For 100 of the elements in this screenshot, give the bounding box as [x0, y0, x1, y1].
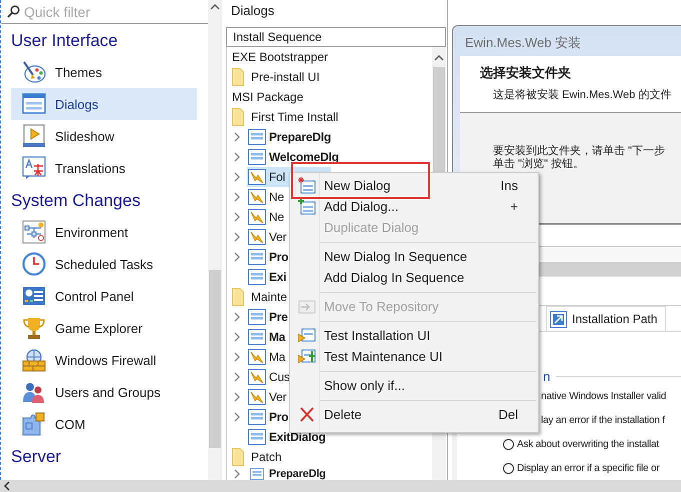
lightning-window-icon [248, 389, 266, 405]
tree-folder[interactable]: First Time Install [232, 108, 338, 126]
sidebar-item[interactable]: Scheduled Tasks [11, 248, 197, 280]
section-heading: User Interface [10, 30, 119, 52]
shortcut-label: Del [498, 407, 519, 422]
group-label: n [543, 368, 550, 384]
menu-item[interactable]: Add Dialog... + [290, 196, 538, 217]
menu-item[interactable]: Show only if... [290, 375, 538, 396]
slideshow-icon [22, 124, 46, 148]
chevron-icon[interactable] [234, 332, 240, 342]
scroll-left-icon[interactable] [3, 481, 11, 491]
chevron-icon[interactable] [234, 352, 240, 362]
option-text: lay an error if the installation f [541, 414, 665, 426]
folder-icon [232, 448, 244, 466]
dialog-item[interactable]: Ne [247, 207, 285, 227]
dialog-item[interactable]: WelcomeDlg [247, 147, 340, 167]
chevron-icon[interactable] [234, 252, 240, 262]
dialog-item[interactable]: Ver [247, 227, 288, 247]
dialog-subtitle: 这是将被安装 Ewin.Mes.Web 的文件 [492, 88, 672, 102]
chevron-icon[interactable] [234, 372, 240, 382]
dialog-item[interactable]: Ver [247, 387, 288, 407]
play-window-icon [298, 327, 316, 344]
search-field[interactable]: Quick filter [24, 2, 174, 22]
sequence-dropdown[interactable]: Install Sequence [226, 27, 446, 47]
dialog-item[interactable]: ExitDialog [247, 427, 327, 447]
chevron-icon[interactable] [234, 232, 240, 242]
chevron-icon[interactable] [234, 212, 240, 222]
chevron-icon[interactable] [234, 412, 240, 422]
section-heading: Server [10, 446, 62, 468]
chevron-icon[interactable] [234, 312, 240, 322]
dialog-item[interactable]: Pro [247, 407, 290, 427]
tree-folder[interactable]: Patch [232, 448, 282, 466]
window-icon [248, 468, 266, 480]
sidebar-item[interactable]: Dialogs [11, 88, 197, 120]
tab[interactable]: Installation Path [546, 306, 666, 331]
dialog-item[interactable]: Exi [247, 267, 288, 287]
window-icon [248, 329, 266, 345]
menu-item[interactable]: Add Dialog In Sequence [290, 267, 538, 288]
tree-folder[interactable]: Pre-install UI [232, 68, 320, 86]
palette-icon [22, 60, 46, 84]
lightning-window-icon [248, 169, 266, 185]
window-icon [248, 249, 266, 265]
shortcut-label: + [510, 199, 519, 214]
sidebar-item[interactable]: Slideshow [11, 120, 197, 152]
menu-item[interactable]: New Dialog Ins [290, 175, 538, 196]
dialog-item[interactable]: PrepareDlg [247, 127, 332, 147]
chevron-icon[interactable] [234, 392, 240, 402]
puzzle-icon [22, 412, 46, 436]
diagram-icon [22, 220, 46, 244]
firewall-icon [22, 348, 46, 372]
sidebar-item[interactable]: Environment [11, 216, 197, 248]
scrollbar-thumb[interactable] [209, 270, 221, 448]
dialog-item[interactable]: Ne [247, 187, 285, 207]
sidebar-item[interactable]: Users and Groups [11, 376, 197, 408]
panel-icon [22, 284, 46, 308]
folder-icon [232, 108, 244, 126]
lightning-window-icon [248, 369, 266, 385]
menu-item[interactable]: Test Installation UI [290, 325, 538, 346]
dialog-item[interactable]: Cus [247, 367, 291, 387]
chevron-icon[interactable] [234, 132, 240, 142]
window-icon [248, 129, 266, 145]
sidebar-item[interactable]: Control Panel [11, 280, 197, 312]
folder-icon [232, 68, 244, 86]
arrow-icon [550, 310, 567, 328]
chevron-icon[interactable] [234, 192, 240, 202]
section-heading: System Changes [10, 190, 142, 212]
menu-item[interactable]: New Dialog In Sequence [290, 246, 538, 267]
tree-group-label: MSI Package [232, 90, 304, 104]
dialog-item[interactable]: PrepareDlg [247, 467, 327, 480]
radio-option[interactable]: Display an error if a specific file or [503, 462, 660, 474]
dialog-item[interactable]: Ma [247, 347, 286, 367]
chevron-icon[interactable] [234, 468, 240, 480]
scroll-up-icon[interactable] [210, 3, 220, 10]
folder-icon [232, 288, 244, 306]
panel-title: Dialogs [230, 2, 276, 20]
sidebar-item[interactable]: Translations [11, 152, 197, 184]
dialog-heading: 选择安装文件夹 [480, 64, 572, 82]
menu-item[interactable]: Test Maintenance UI [290, 346, 538, 367]
search-icon [7, 5, 20, 18]
sidebar-item[interactable]: COM [11, 408, 197, 440]
sidebar-item[interactable]: Themes [11, 56, 197, 88]
tree-folder[interactable]: Mainte [232, 288, 288, 306]
option-text: native Windows Installer valid [541, 390, 666, 402]
radio-option[interactable]: Ask about overwriting the installat [503, 438, 659, 450]
dialog-item[interactable]: Ma [247, 327, 286, 347]
sidebar-item[interactable]: Windows Firewall [11, 344, 197, 376]
scroll-up-icon[interactable] [434, 54, 444, 61]
window-icon [248, 429, 266, 445]
sidebar-item[interactable]: Game Explorer [11, 312, 197, 344]
window-icon [248, 309, 266, 325]
window-icon [248, 149, 266, 165]
delete-icon [298, 406, 316, 423]
play-window-icon [298, 348, 316, 365]
menu-item[interactable]: Delete Del [290, 404, 538, 425]
dialog-item[interactable]: Pre [247, 307, 289, 327]
users-icon [22, 380, 46, 404]
dialog-item[interactable]: Pro [247, 247, 290, 267]
chevron-icon[interactable] [234, 152, 240, 162]
shortcut-label: Ins [500, 178, 519, 193]
chevron-icon[interactable] [234, 172, 240, 182]
